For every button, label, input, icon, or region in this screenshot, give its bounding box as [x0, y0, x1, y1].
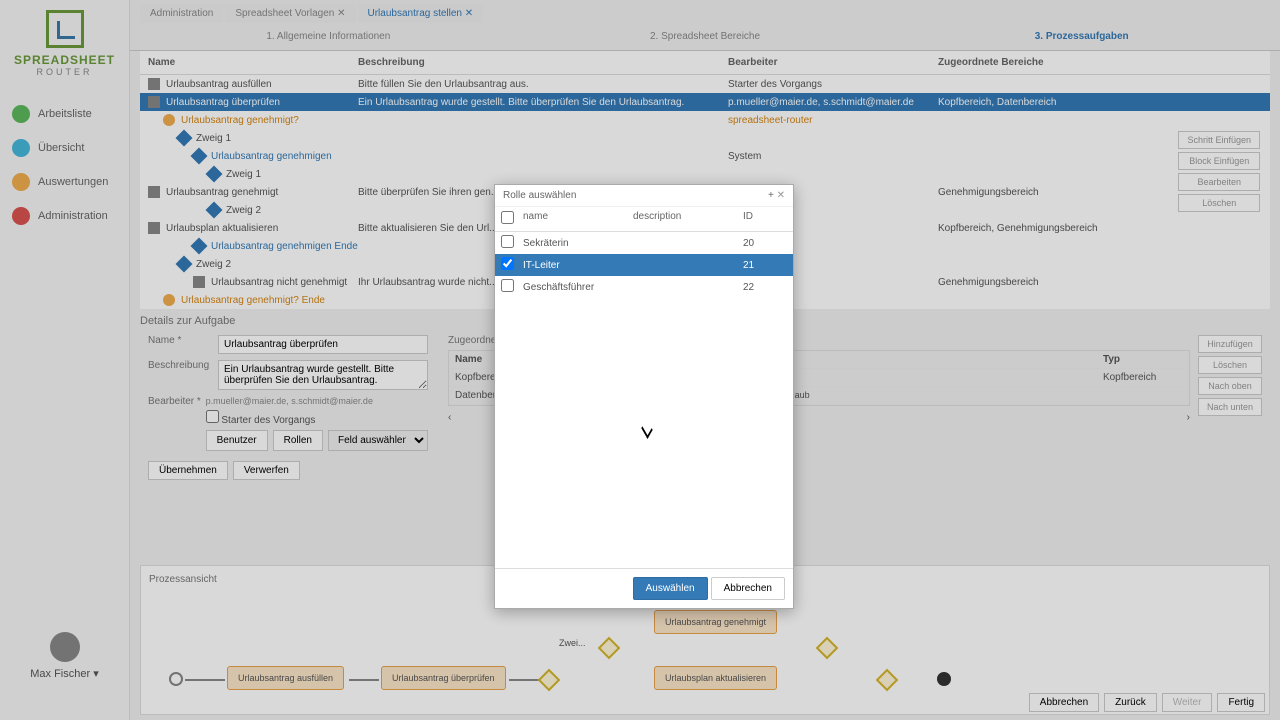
row-checkbox[interactable] — [501, 257, 514, 270]
row-checkbox[interactable] — [501, 279, 514, 292]
row-checkbox[interactable] — [501, 235, 514, 248]
expand-icon[interactable]: + — [768, 190, 774, 201]
abbrechen-button[interactable]: Abbrechen — [711, 577, 785, 600]
dlg-th-name: name — [523, 211, 633, 227]
close-icon[interactable]: ✕ — [777, 190, 785, 201]
auswaehlen-button[interactable]: Auswählen — [633, 577, 708, 600]
dlg-th-id: ID — [743, 211, 783, 227]
role-dialog: Rolle auswählen + ✕ name description ID … — [494, 184, 794, 609]
dialog-table: name description ID Sekräterin20IT-Leite… — [495, 207, 793, 298]
select-all-checkbox[interactable] — [501, 211, 514, 224]
dialog-row[interactable]: IT-Leiter21 — [495, 254, 793, 276]
dialog-row[interactable]: Geschäftsführer22 — [495, 276, 793, 298]
dlg-th-desc: description — [633, 211, 743, 227]
dialog-row[interactable]: Sekräterin20 — [495, 232, 793, 254]
dialog-title: Rolle auswählen — [503, 190, 576, 201]
